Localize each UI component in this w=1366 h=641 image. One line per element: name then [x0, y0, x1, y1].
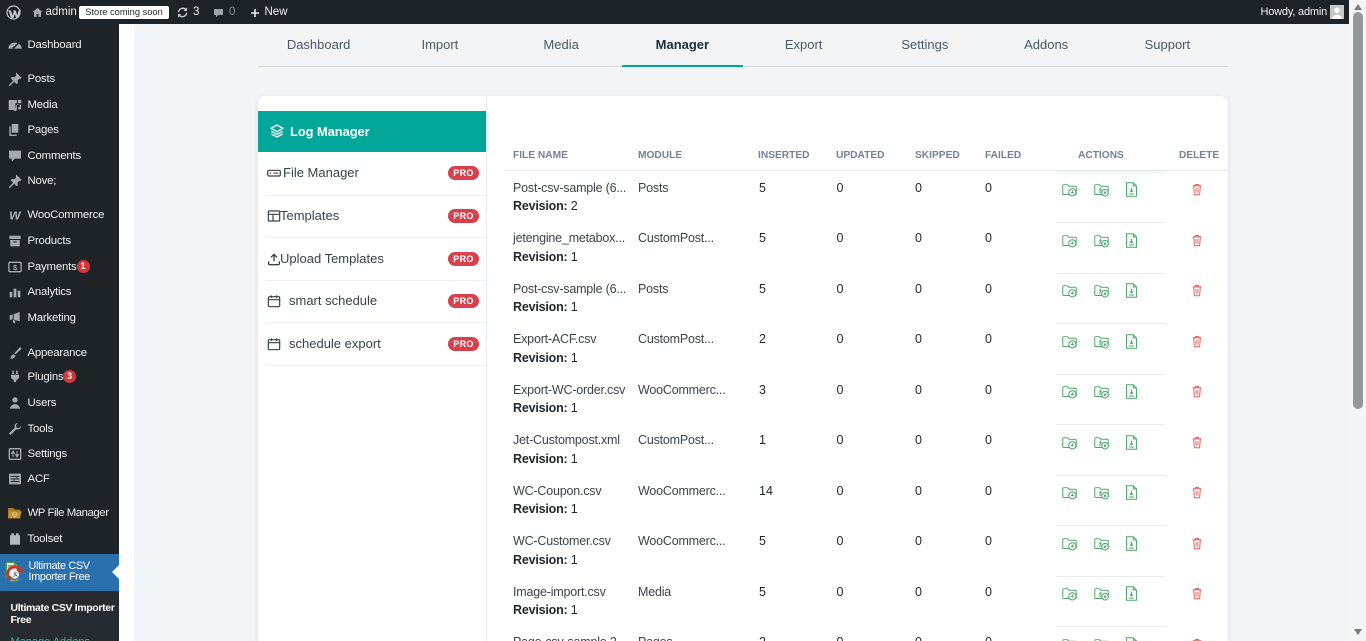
svg-text:$: $: [12, 262, 16, 271]
svg-text:w: w: [9, 207, 22, 223]
svg-text:W: W: [12, 512, 16, 517]
